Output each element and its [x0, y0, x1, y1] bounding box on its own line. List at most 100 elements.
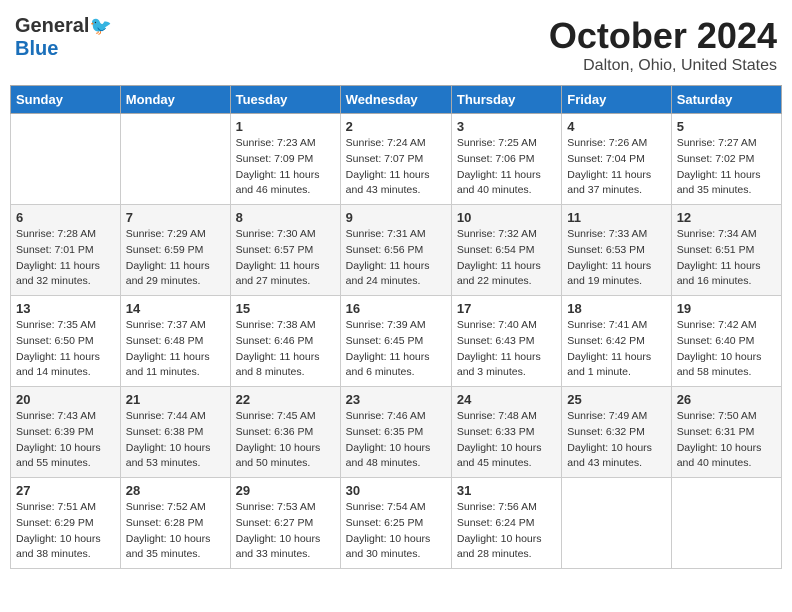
day-info: Sunrise: 7:30 AM Sunset: 6:57 PM Dayligh… [236, 227, 335, 290]
day-number: 1 [236, 119, 335, 134]
logo-general: General [15, 15, 89, 38]
day-number: 7 [126, 210, 225, 225]
location-title: Dalton, Ohio, United States [549, 57, 777, 75]
day-info: Sunrise: 7:53 AM Sunset: 6:27 PM Dayligh… [236, 500, 335, 563]
day-number: 28 [126, 483, 225, 498]
calendar-cell: 20Sunrise: 7:43 AM Sunset: 6:39 PM Dayli… [11, 387, 121, 478]
day-info: Sunrise: 7:44 AM Sunset: 6:38 PM Dayligh… [126, 409, 225, 472]
calendar-week-row: 27 Sunrise: 7:51 AM Sunset: 6:29 PM Dayli… [11, 478, 782, 569]
day-number: 24 [457, 392, 556, 407]
day-info: Sunrise: 7:28 AM Sunset: 7:01 PM Dayligh… [16, 227, 115, 290]
day-info: Sunrise: 7:32 AM Sunset: 6:54 PM Dayligh… [457, 227, 556, 290]
day-number: 25 [567, 392, 665, 407]
day-info: Sunrise: 7:27 AM Sunset: 7:02 PM Dayligh… [677, 136, 776, 199]
day-info: Sunrise: 7:41 AM Sunset: 6:42 PM Dayligh… [567, 318, 665, 381]
day-number: 6 [16, 210, 115, 225]
day-number: 12 [677, 210, 776, 225]
day-info: Sunrise: 7:49 AM Sunset: 6:32 PM Dayligh… [567, 409, 665, 472]
calendar-cell: 17Sunrise: 7:40 AM Sunset: 6:43 PM Dayli… [451, 296, 561, 387]
day-number: 10 [457, 210, 556, 225]
calendar-cell: 3Sunrise: 7:25 AM Sunset: 7:06 PM Daylig… [451, 114, 561, 205]
day-info: Sunrise: 7:29 AM Sunset: 6:59 PM Dayligh… [126, 227, 225, 290]
day-number: 13 [16, 301, 115, 316]
calendar-cell: 27 Sunrise: 7:51 AM Sunset: 6:29 PM Dayli… [11, 478, 121, 569]
day-number: 30 [346, 483, 446, 498]
day-number: 20 [16, 392, 115, 407]
day-info: Sunrise: 7:33 AM Sunset: 6:53 PM Dayligh… [567, 227, 665, 290]
calendar-cell: 22 Sunrise: 7:45 AM Sunset: 6:36 PM Dayli… [230, 387, 340, 478]
calendar-cell: 14 Sunrise: 7:37 AM Sunset: 6:48 PM Dayli… [120, 296, 230, 387]
day-info: Sunrise: 7:42 AM Sunset: 6:40 PM Dayligh… [677, 318, 776, 381]
calendar-day-header: Saturday [671, 86, 781, 114]
calendar-cell: 2Sunrise: 7:24 AM Sunset: 7:07 PM Daylig… [340, 114, 451, 205]
day-number: 27 [16, 483, 115, 498]
calendar-cell: 1 Sunrise: 7:23 AM Sunset: 7:09 PM Daylig… [230, 114, 340, 205]
calendar-cell [11, 114, 121, 205]
calendar-week-row: 6 Sunrise: 7:28 AM Sunset: 7:01 PM Daylig… [11, 205, 782, 296]
day-number: 18 [567, 301, 665, 316]
calendar-header-row: SundayMondayTuesdayWednesdayThursdayFrid… [11, 86, 782, 114]
logo: General 🐦 Blue [15, 15, 112, 61]
calendar-cell: 26 Sunrise: 7:50 AM Sunset: 6:31 PM Dayli… [671, 387, 781, 478]
day-number: 14 [126, 301, 225, 316]
calendar-cell: 6 Sunrise: 7:28 AM Sunset: 7:01 PM Daylig… [11, 205, 121, 296]
calendar-day-header: Tuesday [230, 86, 340, 114]
day-number: 17 [457, 301, 556, 316]
calendar-cell [562, 478, 671, 569]
calendar-cell: 28 Sunrise: 7:52 AM Sunset: 6:28 PM Dayli… [120, 478, 230, 569]
day-info: Sunrise: 7:51 AM Sunset: 6:29 PM Dayligh… [16, 500, 115, 563]
calendar-day-header: Friday [562, 86, 671, 114]
calendar-cell: 18 Sunrise: 7:41 AM Sunset: 6:42 PM Dayli… [562, 296, 671, 387]
day-number: 23 [346, 392, 446, 407]
calendar-day-header: Sunday [11, 86, 121, 114]
calendar-cell: 29 Sunrise: 7:53 AM Sunset: 6:27 PM Dayli… [230, 478, 340, 569]
day-number: 22 [236, 392, 335, 407]
calendar-cell: 23 Sunrise: 7:46 AM Sunset: 6:35 PM Dayli… [340, 387, 451, 478]
calendar-week-row: 1 Sunrise: 7:23 AM Sunset: 7:09 PM Daylig… [11, 114, 782, 205]
day-number: 26 [677, 392, 776, 407]
calendar-week-row: 20Sunrise: 7:43 AM Sunset: 6:39 PM Dayli… [11, 387, 782, 478]
day-number: 29 [236, 483, 335, 498]
calendar-cell: 8 Sunrise: 7:30 AM Sunset: 6:57 PM Daylig… [230, 205, 340, 296]
calendar-day-header: Thursday [451, 86, 561, 114]
calendar-cell: 25 Sunrise: 7:49 AM Sunset: 6:32 PM Dayli… [562, 387, 671, 478]
day-info: Sunrise: 7:56 AM Sunset: 6:24 PM Dayligh… [457, 500, 556, 563]
day-info: Sunrise: 7:38 AM Sunset: 6:46 PM Dayligh… [236, 318, 335, 381]
day-info: Sunrise: 7:35 AM Sunset: 6:50 PM Dayligh… [16, 318, 115, 381]
calendar-cell: 15 Sunrise: 7:38 AM Sunset: 6:46 PM Dayli… [230, 296, 340, 387]
day-info: Sunrise: 7:23 AM Sunset: 7:09 PM Dayligh… [236, 136, 335, 199]
calendar-cell: 30 Sunrise: 7:54 AM Sunset: 6:25 PM Dayli… [340, 478, 451, 569]
logo-bird-icon: 🐦 [89, 16, 111, 37]
day-info: Sunrise: 7:46 AM Sunset: 6:35 PM Dayligh… [346, 409, 446, 472]
calendar-table: SundayMondayTuesdayWednesdayThursdayFrid… [10, 85, 782, 569]
calendar-cell: 9Sunrise: 7:31 AM Sunset: 6:56 PM Daylig… [340, 205, 451, 296]
day-info: Sunrise: 7:52 AM Sunset: 6:28 PM Dayligh… [126, 500, 225, 563]
day-info: Sunrise: 7:50 AM Sunset: 6:31 PM Dayligh… [677, 409, 776, 472]
calendar-day-header: Monday [120, 86, 230, 114]
day-number: 2 [346, 119, 446, 134]
calendar-cell: 19Sunrise: 7:42 AM Sunset: 6:40 PM Dayli… [671, 296, 781, 387]
day-info: Sunrise: 7:26 AM Sunset: 7:04 PM Dayligh… [567, 136, 665, 199]
day-number: 16 [346, 301, 446, 316]
day-number: 8 [236, 210, 335, 225]
page-header: General 🐦 Blue October 2024 Dalton, Ohio… [10, 10, 782, 75]
calendar-cell: 31 Sunrise: 7:56 AM Sunset: 6:24 PM Dayli… [451, 478, 561, 569]
day-info: Sunrise: 7:34 AM Sunset: 6:51 PM Dayligh… [677, 227, 776, 290]
calendar-cell: 5Sunrise: 7:27 AM Sunset: 7:02 PM Daylig… [671, 114, 781, 205]
calendar-day-header: Wednesday [340, 86, 451, 114]
calendar-cell: 11 Sunrise: 7:33 AM Sunset: 6:53 PM Dayli… [562, 205, 671, 296]
calendar-body: 1 Sunrise: 7:23 AM Sunset: 7:09 PM Daylig… [11, 114, 782, 569]
calendar-cell: 13 Sunrise: 7:35 AM Sunset: 6:50 PM Dayli… [11, 296, 121, 387]
day-info: Sunrise: 7:48 AM Sunset: 6:33 PM Dayligh… [457, 409, 556, 472]
day-info: Sunrise: 7:54 AM Sunset: 6:25 PM Dayligh… [346, 500, 446, 563]
day-info: Sunrise: 7:45 AM Sunset: 6:36 PM Dayligh… [236, 409, 335, 472]
day-number: 11 [567, 210, 665, 225]
day-number: 4 [567, 119, 665, 134]
calendar-cell: 7 Sunrise: 7:29 AM Sunset: 6:59 PM Daylig… [120, 205, 230, 296]
day-info: Sunrise: 7:37 AM Sunset: 6:48 PM Dayligh… [126, 318, 225, 381]
day-info: Sunrise: 7:39 AM Sunset: 6:45 PM Dayligh… [346, 318, 446, 381]
day-number: 3 [457, 119, 556, 134]
calendar-cell: 10 Sunrise: 7:32 AM Sunset: 6:54 PM Dayli… [451, 205, 561, 296]
day-number: 15 [236, 301, 335, 316]
day-number: 31 [457, 483, 556, 498]
